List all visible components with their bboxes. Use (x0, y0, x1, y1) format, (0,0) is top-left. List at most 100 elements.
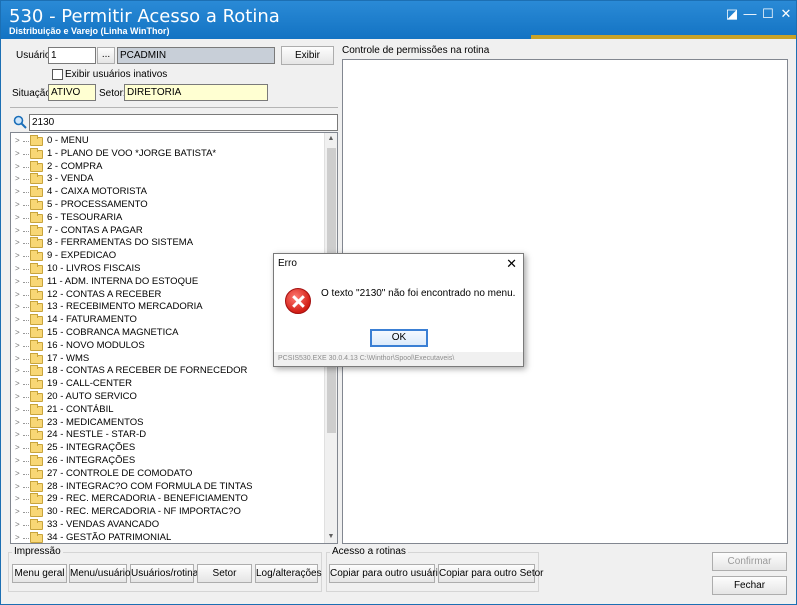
expand-chevron-icon[interactable]: > (15, 263, 20, 276)
scroll-down-icon[interactable]: ▼ (325, 531, 337, 543)
dialog-close-icon[interactable]: ✕ (506, 256, 517, 272)
expand-chevron-icon[interactable]: > (15, 378, 20, 391)
expand-chevron-icon[interactable]: > (15, 186, 20, 199)
impressao-button[interactable]: Log/alterações (255, 564, 322, 583)
tree-item-label: 27 - CONTROLE DE COMODATO (47, 467, 193, 479)
expand-chevron-icon[interactable]: > (15, 481, 20, 494)
tree-item[interactable]: >33 - VENDAS AVANCADO (11, 519, 323, 532)
tree-item[interactable]: >34 - GESTÃO PATRIMONIAL (11, 531, 323, 543)
fechar-button[interactable]: Fechar (712, 576, 787, 595)
expand-chevron-icon[interactable]: > (15, 519, 20, 532)
expand-chevron-icon[interactable]: > (15, 340, 20, 353)
expand-chevron-icon[interactable]: > (15, 276, 20, 289)
expand-chevron-icon[interactable]: > (15, 212, 20, 225)
expand-chevron-icon[interactable]: > (15, 225, 20, 238)
expand-chevron-icon[interactable]: > (15, 327, 20, 340)
expand-chevron-icon[interactable]: > (15, 417, 20, 430)
expand-chevron-icon[interactable]: > (15, 199, 20, 212)
expand-chevron-icon[interactable]: > (15, 173, 20, 186)
folder-icon (30, 403, 43, 415)
tree-item[interactable]: >4 - CAIXA MOTORISTA (11, 186, 323, 199)
folder-icon (30, 506, 43, 518)
close-button[interactable]: ✕ (777, 5, 795, 23)
tree-item[interactable]: >7 - CONTAS A PAGAR (11, 224, 323, 238)
expand-chevron-icon[interactable]: > (15, 532, 20, 543)
folder-icon (30, 314, 43, 326)
tree-item[interactable]: >6 - TESOURARIA (11, 211, 323, 225)
folder-icon (30, 531, 43, 543)
expand-chevron-icon[interactable]: > (15, 493, 20, 506)
expand-chevron-icon[interactable]: > (15, 391, 20, 404)
tree-item[interactable]: >23 - MEDICAMENTOS (11, 416, 323, 430)
restore-icon[interactable]: ◪ (723, 5, 741, 23)
tree-item-label: 12 - CONTAS A RECEBER (47, 288, 162, 300)
confirmar-button[interactable]: Confirmar (712, 552, 787, 571)
impressao-button[interactable]: Menu geral (12, 564, 67, 583)
folder-icon (30, 365, 43, 377)
tree-item[interactable]: >8 - FERRAMENTAS DO SISTEMA (11, 237, 323, 250)
tree-item[interactable]: >1 - PLANO DE VOO *JORGE BATISTA* (11, 147, 323, 161)
expand-chevron-icon[interactable]: > (15, 289, 20, 302)
exibir-inativos-label: Exibir usuários inativos (65, 69, 168, 80)
folder-icon (30, 263, 43, 274)
folder-icon (30, 416, 43, 428)
setor-field[interactable]: DIRETORIA (124, 84, 268, 101)
expand-chevron-icon[interactable]: > (15, 353, 20, 366)
tree-item[interactable]: >2 - COMPRA (11, 160, 323, 174)
search-input[interactable]: 2130 (29, 114, 338, 131)
expand-chevron-icon[interactable]: > (15, 455, 20, 468)
impressao-button[interactable]: Menu/usuário (69, 564, 131, 583)
situacao-field[interactable]: ATIVO (48, 84, 96, 101)
tree-item[interactable]: >26 - INTEGRAÇÕES (11, 455, 323, 468)
tree-item[interactable]: >29 - REC. MERCADORIA - BENEFICIAMENTO (11, 493, 323, 506)
tree-item[interactable]: >18 - CONTAS A RECEBER DE FORNECEDOR (11, 365, 323, 378)
expand-chevron-icon[interactable]: > (15, 506, 20, 519)
tree-item[interactable]: >3 - VENDA (11, 173, 323, 186)
scroll-up-icon[interactable]: ▲ (325, 133, 337, 145)
folder-icon (30, 391, 43, 402)
folder-icon (30, 160, 43, 172)
tree-item[interactable]: >27 - CONTROLE DE COMODATO (11, 467, 323, 481)
tree-item-label: 26 - INTEGRAÇÕES (47, 455, 136, 466)
tree-item[interactable]: >19 - CALL-CENTER (11, 378, 323, 391)
expand-chevron-icon[interactable]: > (15, 237, 20, 250)
dialog-footer: PCSIS530.EXE 30.0.4.13 C:\Winthor\Spool\… (278, 355, 455, 362)
impressao-title: Impressão (12, 546, 63, 557)
dialog-title: Erro (278, 258, 297, 269)
folder-icon (30, 211, 43, 223)
maximize-button[interactable]: ☐ (759, 5, 777, 23)
acesso-button[interactable]: Copiar para outro Setor (438, 564, 544, 583)
folder-icon (30, 378, 43, 390)
acesso-button[interactable]: Copiar para outro usuário (329, 564, 443, 583)
exibir-inativos-checkbox[interactable] (52, 69, 63, 80)
exibir-button[interactable]: Exibir (281, 46, 334, 65)
expand-chevron-icon[interactable]: > (15, 442, 20, 455)
impressao-button[interactable]: Usuários/rotina (130, 564, 198, 583)
dialog-ok-button[interactable]: OK (370, 329, 428, 347)
expand-chevron-icon[interactable]: > (15, 301, 20, 314)
expand-chevron-icon[interactable]: > (15, 135, 20, 148)
tree-item[interactable]: >24 - NESTLE - STAR-D (11, 429, 323, 442)
tree-item[interactable]: >0 - MENU (11, 135, 323, 148)
expand-chevron-icon[interactable]: > (15, 250, 20, 263)
tree-item[interactable]: >5 - PROCESSAMENTO (11, 199, 323, 212)
usuario-code-input[interactable]: 1 (48, 47, 96, 64)
tree-item[interactable]: >25 - INTEGRAÇÕES (11, 442, 323, 455)
impressao-button[interactable]: Setor (197, 564, 252, 583)
expand-chevron-icon[interactable]: > (15, 161, 20, 174)
tree-item[interactable]: >21 - CONTÁBIL (11, 403, 323, 417)
minimize-button[interactable]: — (741, 5, 759, 23)
tree-item[interactable]: >20 - AUTO SERVICO (11, 391, 323, 404)
expand-chevron-icon[interactable]: > (15, 429, 20, 442)
expand-chevron-icon[interactable]: > (15, 468, 20, 481)
expand-chevron-icon[interactable]: > (15, 365, 20, 378)
browse-user-button[interactable]: ... (97, 47, 115, 64)
expand-chevron-icon[interactable]: > (15, 404, 20, 417)
expand-chevron-icon[interactable]: > (15, 148, 20, 161)
tree-item[interactable]: >30 - REC. MERCADORIA - NF IMPORTAC?O (11, 506, 323, 519)
error-icon (285, 288, 311, 314)
tree-item-label: 23 - MEDICAMENTOS (47, 416, 144, 428)
expand-chevron-icon[interactable]: > (15, 314, 20, 327)
tree-item-label: 20 - AUTO SERVICO (47, 391, 137, 402)
tree-item[interactable]: >28 - INTEGRAC?O COM FORMULA DE TINTAS (11, 480, 323, 494)
